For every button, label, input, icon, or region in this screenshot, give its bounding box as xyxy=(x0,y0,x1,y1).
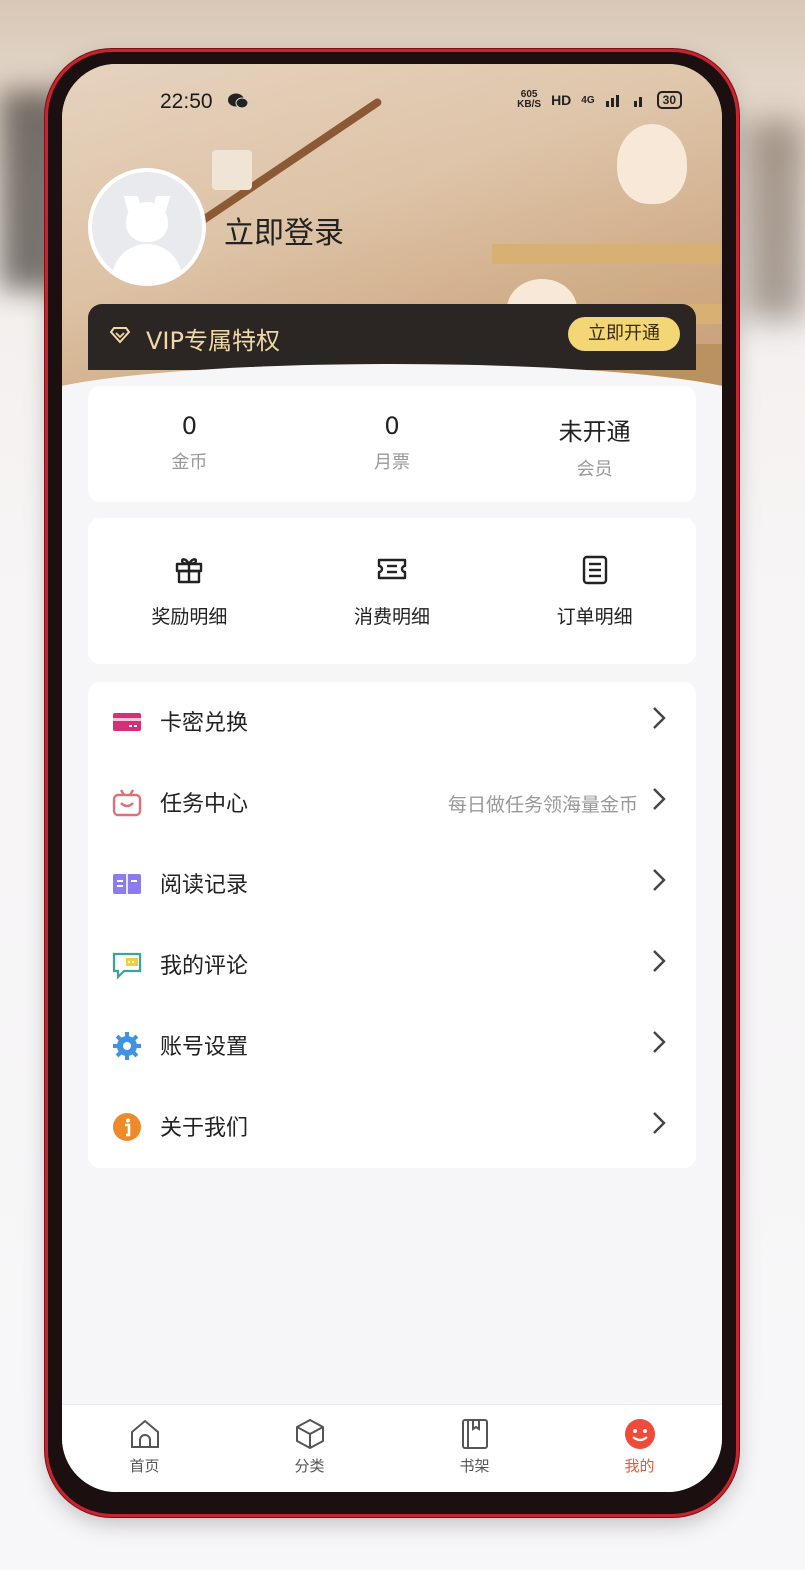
menu-item-about-us[interactable]: 关于我们 xyxy=(88,1087,696,1168)
tab-label: 首页 xyxy=(129,1457,160,1475)
chevron-right-icon xyxy=(652,1030,666,1061)
avatar[interactable] xyxy=(88,168,206,286)
network-speed: 605 KB/S xyxy=(517,90,541,110)
phone-frame: 22:50 605 KB/S HD 4G 30 立即登录 VIP专属特权 立即开… xyxy=(48,52,736,1514)
smiley-icon xyxy=(623,1417,657,1451)
reward-details-button[interactable]: 奖励明细 xyxy=(88,518,291,664)
banner-wall-switch xyxy=(212,150,252,190)
login-link[interactable]: 立即登录 xyxy=(224,208,344,252)
menu-hint: 每日做任务领海量金币 xyxy=(447,794,638,816)
stat-label: 会员 xyxy=(576,459,613,480)
battery-icon: 30 xyxy=(656,91,682,109)
vip-label: VIP专属特权 xyxy=(146,327,280,355)
menu-label: 关于我们 xyxy=(160,1116,249,1141)
banner-stair xyxy=(492,244,722,264)
consumption-details-button[interactable]: 消费明细 xyxy=(291,518,494,664)
ticket-icon xyxy=(375,552,409,586)
menu-label: 阅读记录 xyxy=(160,873,249,898)
signal-icon-2 xyxy=(633,91,647,110)
action-label: 消费明细 xyxy=(354,606,431,628)
chevron-right-icon xyxy=(652,706,666,737)
card-icon xyxy=(112,707,144,737)
status-time: 22:50 xyxy=(160,90,213,113)
home-icon xyxy=(128,1417,162,1451)
status-bar: 22:50 605 KB/S HD 4G 30 xyxy=(62,64,722,140)
bottom-tab-bar: 首页 分类 书架 我的 xyxy=(62,1404,722,1492)
backdrop-blur-right xyxy=(745,120,805,320)
app-screen: 22:50 605 KB/S HD 4G 30 立即登录 VIP专属特权 立即开… xyxy=(62,64,722,1492)
menu-item-my-comments[interactable]: 我的评论 xyxy=(88,925,696,1006)
action-label: 订单明细 xyxy=(556,606,633,628)
signal-icon xyxy=(605,91,623,110)
menu-label: 账号设置 xyxy=(160,1035,249,1060)
chevron-right-icon xyxy=(652,949,666,980)
menu-label: 卡密兑换 xyxy=(160,711,249,736)
tab-mine[interactable]: 我的 xyxy=(557,1405,722,1492)
info-icon xyxy=(112,1112,144,1142)
network-speed-unit: KB/S xyxy=(517,99,542,110)
menu-item-card-redeem[interactable]: 卡密兑换 xyxy=(88,682,696,763)
tab-label: 书架 xyxy=(459,1457,490,1475)
tab-label: 分类 xyxy=(294,1457,325,1475)
hd-indicator: HD xyxy=(551,92,572,108)
stat-value: 未开通 xyxy=(558,418,631,446)
chevron-right-icon xyxy=(652,787,666,818)
stats-card: 0 金币 0 月票 未开通 会员 xyxy=(88,386,696,502)
stat-monthly-ticket[interactable]: 0 月票 xyxy=(291,386,494,502)
vip-privilege-bar[interactable]: VIP专属特权 立即开通 xyxy=(88,304,696,370)
stat-label: 金币 xyxy=(171,452,208,473)
menu-label: 我的评论 xyxy=(160,954,249,979)
menu-label: 任务中心 xyxy=(160,792,249,817)
chevron-right-icon xyxy=(652,1111,666,1142)
stat-label: 月票 xyxy=(374,452,410,473)
stat-coins[interactable]: 0 金币 xyxy=(88,386,291,502)
gift-icon xyxy=(172,552,206,586)
actions-card: 奖励明细 消费明细 订单明细 xyxy=(88,518,696,664)
diamond-icon xyxy=(109,325,131,349)
status-icons: 605 KB/S HD 4G 30 xyxy=(517,90,682,110)
tab-home[interactable]: 首页 xyxy=(62,1405,227,1492)
stat-membership[interactable]: 未开通 会员 xyxy=(493,386,696,502)
menu-item-task-center[interactable]: 任务中心 每日做任务领海量金币 xyxy=(88,763,696,844)
task-icon xyxy=(112,788,144,818)
tab-category[interactable]: 分类 xyxy=(227,1405,392,1492)
bookshelf-icon xyxy=(458,1417,492,1451)
tab-label: 我的 xyxy=(624,1457,655,1475)
stat-value: 0 xyxy=(384,412,400,440)
order-details-button[interactable]: 订单明细 xyxy=(493,518,696,664)
tab-bookshelf[interactable]: 书架 xyxy=(392,1405,557,1492)
wechat-icon xyxy=(228,92,249,115)
gear-icon xyxy=(112,1031,144,1061)
menu-item-account-settings[interactable]: 账号设置 xyxy=(88,1006,696,1087)
menu-list: 卡密兑换 任务中心 每日做任务领海量金币 阅读记录 我的评论 账号设置 关于我们 xyxy=(88,682,696,1168)
open-vip-button[interactable]: 立即开通 xyxy=(568,317,680,351)
avatar-head xyxy=(126,202,168,242)
comment-icon xyxy=(112,950,144,980)
network-type: 4G xyxy=(581,94,595,106)
cube-icon xyxy=(293,1417,327,1451)
avatar-body xyxy=(112,244,182,282)
menu-item-reading-history[interactable]: 阅读记录 xyxy=(88,844,696,925)
stat-value: 0 xyxy=(181,412,197,440)
order-list-icon xyxy=(578,552,612,586)
action-label: 奖励明细 xyxy=(151,606,228,628)
book-icon xyxy=(112,869,144,899)
chevron-right-icon xyxy=(652,868,666,899)
